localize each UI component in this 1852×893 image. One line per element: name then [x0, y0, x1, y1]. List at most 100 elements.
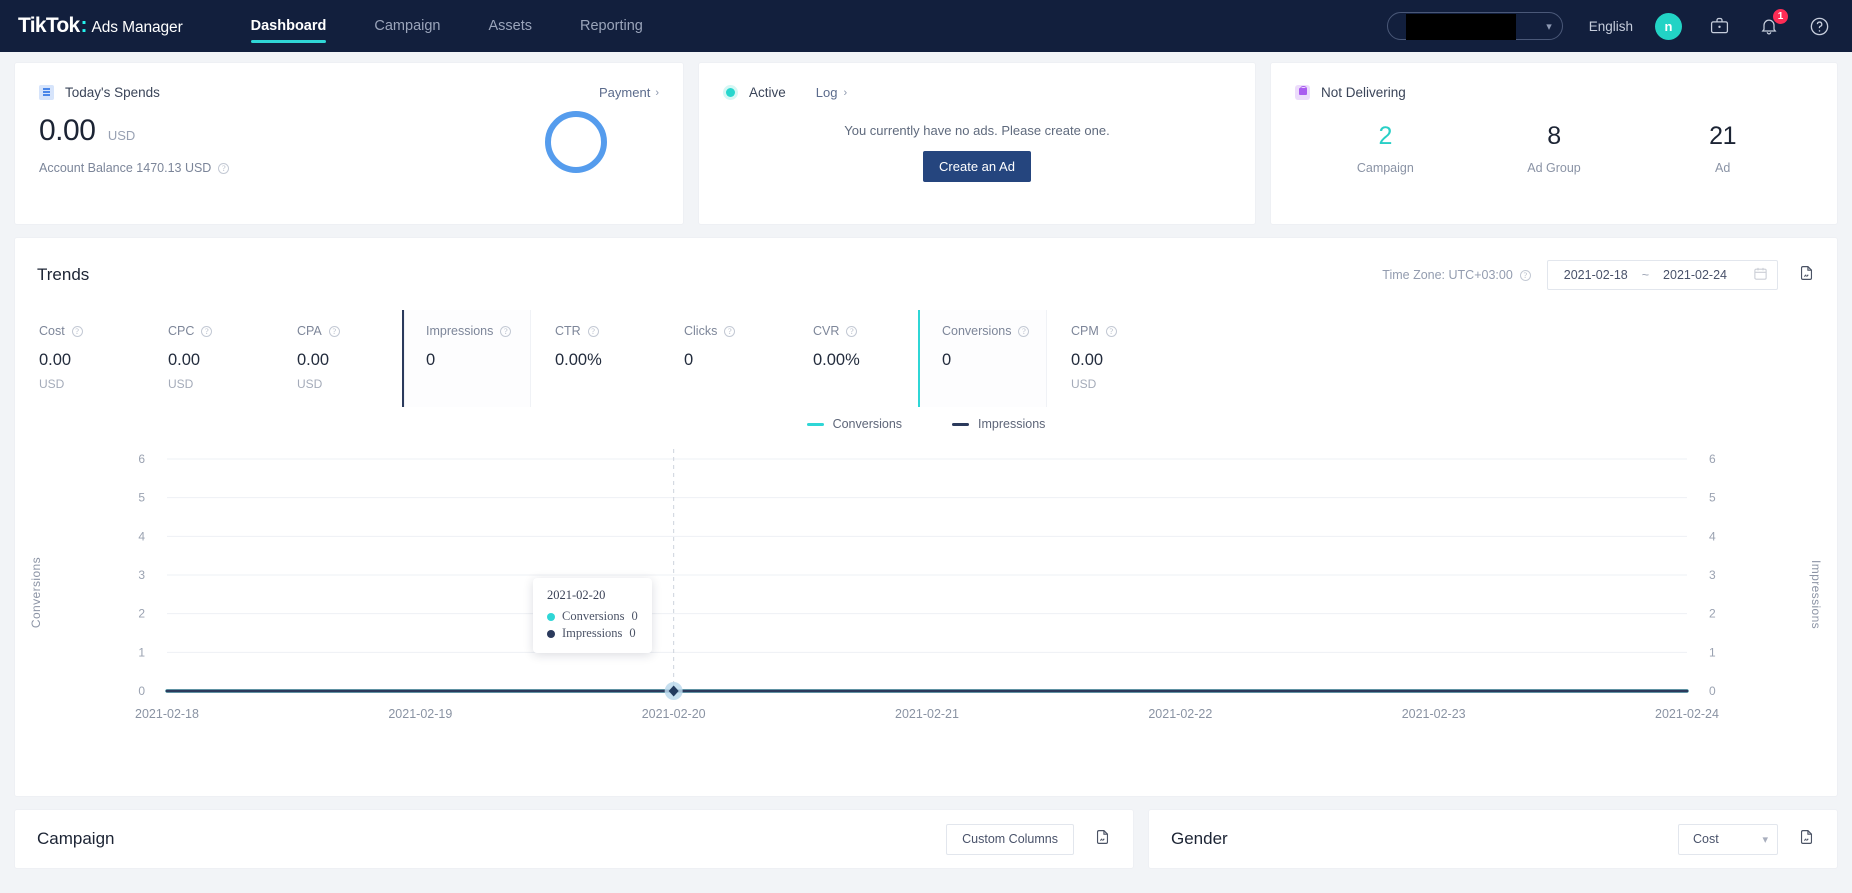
- info-icon[interactable]: ?: [328, 325, 340, 337]
- delivery-card-title: Not Delivering: [1321, 85, 1406, 100]
- stat-ad[interactable]: 21 Ad: [1638, 122, 1807, 175]
- spends-card-title: Today's Spends: [65, 85, 160, 100]
- metric-cpa-value: 0.00: [297, 351, 330, 369]
- chevron-down-icon: ▾: [1762, 833, 1768, 846]
- trends-toolbar: Time Zone: UTC+03:00 ? 2021-02-18 ~ 2021…: [1382, 260, 1815, 290]
- trends-header: Trends Time Zone: UTC+03:00 ? 2021-02-18…: [15, 238, 1837, 290]
- delivery-card-header: Not Delivering: [1271, 63, 1837, 100]
- avatar[interactable]: n: [1655, 12, 1682, 40]
- svg-text:4: 4: [1709, 529, 1716, 543]
- date-range-end: 2021-02-24: [1663, 268, 1727, 282]
- legend-item-impressions[interactable]: Impressions: [952, 417, 1045, 431]
- language-selector[interactable]: English: [1589, 19, 1633, 34]
- metric-impressions-label: Impressions: [426, 324, 494, 338]
- metric-cpm[interactable]: CPM? 0.00 USD: [1047, 310, 1176, 407]
- empty-state-message: You currently have no ads. Please create…: [844, 123, 1110, 138]
- log-link[interactable]: Log ›: [816, 85, 847, 100]
- date-range-picker[interactable]: 2021-02-18 ~ 2021-02-24: [1546, 260, 1778, 290]
- metric-conversions[interactable]: Conversions? 0: [918, 310, 1047, 407]
- tooltip-dot-conversions: [547, 612, 555, 621]
- stat-ad-group-label: Ad Group: [1527, 161, 1581, 175]
- svg-text:2: 2: [1709, 607, 1716, 621]
- bottom-panels-row: Campaign Custom Columns Gender Cost ▾: [0, 797, 1852, 869]
- metric-conversions-label: Conversions: [942, 324, 1012, 338]
- account-selector[interactable]: ▾: [1386, 12, 1563, 40]
- metric-cpa-label: CPA: [297, 324, 322, 338]
- active-status-label: Active: [749, 85, 786, 100]
- svg-text:6: 6: [1709, 452, 1716, 466]
- active-status: Active: [723, 85, 786, 100]
- timezone-label: Time Zone: UTC+03:00 ?: [1382, 268, 1531, 282]
- payment-link[interactable]: Payment ›: [599, 85, 659, 100]
- spend-donut-chart: [545, 111, 607, 173]
- campaign-panel-toolbar: Custom Columns: [946, 823, 1111, 855]
- metric-ctr-value: 0.00%: [555, 351, 602, 369]
- lock-icon: [1295, 85, 1310, 100]
- legend-item-conversions[interactable]: Conversions: [806, 417, 902, 431]
- metric-clicks[interactable]: Clicks? 0: [660, 310, 789, 407]
- info-icon[interactable]: ?: [218, 162, 230, 174]
- bell-icon[interactable]: 1: [1756, 9, 1788, 39]
- export-icon[interactable]: [1798, 264, 1815, 287]
- metric-impressions[interactable]: Impressions? 0: [402, 310, 531, 407]
- export-icon[interactable]: [1094, 828, 1111, 851]
- chevron-right-icon: ›: [655, 86, 659, 99]
- gender-metric-select[interactable]: Cost ▾: [1678, 823, 1778, 855]
- custom-columns-button[interactable]: Custom Columns: [946, 823, 1074, 855]
- metric-cvr[interactable]: CVR? 0.00%: [789, 310, 918, 407]
- svg-text:5: 5: [1709, 491, 1716, 505]
- metric-cpc-label: CPC: [168, 324, 195, 338]
- metric-cpc[interactable]: CPC? 0.00 USD: [144, 310, 273, 407]
- trends-panel: Trends Time Zone: UTC+03:00 ? 2021-02-18…: [14, 237, 1838, 797]
- svg-text:0: 0: [138, 684, 145, 698]
- tooltip-value-impressions: 0: [629, 626, 636, 640]
- account-name-redacted: [1405, 14, 1516, 40]
- svg-text:1: 1: [1709, 645, 1716, 659]
- trends-chart: Conversions Impressions 0 0 1 1 2 2 3 3 4 4 5 5 6 6 20…: [15, 447, 1837, 767]
- info-icon[interactable]: ?: [587, 325, 599, 337]
- info-icon[interactable]: ?: [1018, 325, 1030, 337]
- export-icon[interactable]: [1798, 828, 1815, 851]
- svg-text:1: 1: [138, 645, 145, 659]
- stat-campaign[interactable]: 2 Campaign: [1301, 122, 1470, 175]
- chevron-right-icon: ›: [843, 86, 848, 99]
- metric-impressions-value: 0: [426, 351, 436, 369]
- brand-logo[interactable]: TikTok : Ads Manager: [18, 14, 183, 38]
- tab-reporting[interactable]: Reporting: [556, 0, 667, 52]
- not-delivering-card: Not Delivering 2 Campaign 8 Ad Group 21 …: [1270, 62, 1838, 225]
- payment-link-label: Payment: [599, 85, 651, 100]
- info-icon[interactable]: ?: [1519, 269, 1531, 281]
- tab-campaign[interactable]: Campaign: [350, 0, 464, 52]
- metric-cost-unit: USD: [39, 377, 65, 391]
- stat-ad-group[interactable]: 8 Ad Group: [1470, 122, 1639, 175]
- campaign-panel: Campaign Custom Columns: [14, 809, 1134, 869]
- svg-text:2021-02-21: 2021-02-21: [895, 707, 959, 721]
- status-card-header: Active Log ›: [699, 63, 1255, 100]
- metric-cpa-unit: USD: [297, 377, 323, 391]
- chart-canvas: 0 0 1 1 2 2 3 3 4 4 5 5 6 6 2021-02-18 2021-02-19 2021-0…: [135, 449, 1719, 721]
- spend-currency: USD: [107, 128, 136, 143]
- metric-clicks-label: Clicks: [684, 324, 718, 338]
- info-icon[interactable]: ?: [1105, 325, 1117, 337]
- tab-assets[interactable]: Assets: [464, 0, 556, 52]
- stat-ad-group-value: 8: [1547, 122, 1561, 150]
- info-icon[interactable]: ?: [846, 325, 858, 337]
- create-an-ad-button[interactable]: Create an Ad: [923, 151, 1031, 182]
- tab-dashboard[interactable]: Dashboard: [227, 0, 351, 52]
- info-icon[interactable]: ?: [724, 325, 736, 337]
- svg-text:2021-02-19: 2021-02-19: [388, 707, 452, 721]
- help-icon[interactable]: [1806, 13, 1832, 39]
- metric-cost[interactable]: Cost? 0.00 USD: [15, 310, 144, 407]
- info-icon[interactable]: ?: [201, 325, 213, 337]
- briefcase-icon[interactable]: [1706, 13, 1732, 39]
- metric-cpa[interactable]: CPA? 0.00 USD: [273, 310, 402, 407]
- metric-cpm-value: 0.00: [1071, 351, 1104, 369]
- info-icon[interactable]: ?: [500, 325, 512, 337]
- metric-cost-value: 0.00: [39, 351, 72, 369]
- metric-ctr[interactable]: CTR? 0.00%: [531, 310, 660, 407]
- info-icon[interactable]: ?: [71, 325, 83, 337]
- stat-ad-label: Ad: [1715, 161, 1731, 175]
- legend-swatch-impressions: [952, 422, 970, 426]
- summary-cards-row: Today's Spends Payment › 0.00 USD Accoun…: [0, 52, 1852, 225]
- stat-campaign-label: Campaign: [1356, 161, 1414, 175]
